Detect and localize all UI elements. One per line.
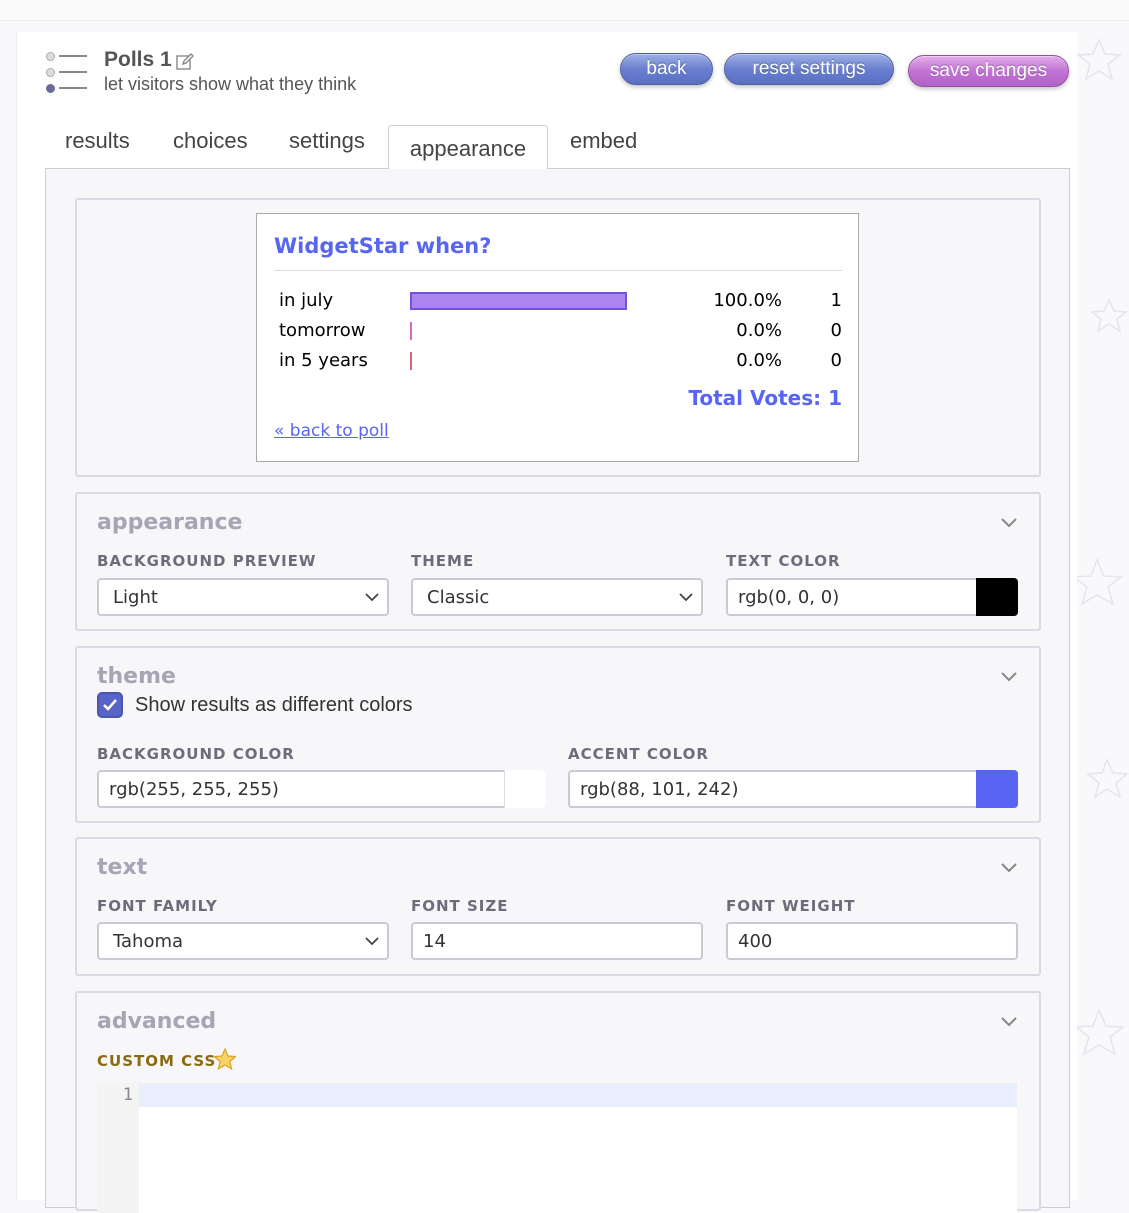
- result-percent: 0.0%: [736, 320, 782, 341]
- field-label: CUSTOM CSS: [97, 1052, 217, 1070]
- poll-results-preview: WidgetStar when? in july 100.0% 1 tomorr…: [256, 213, 859, 462]
- input-value: rgb(88, 101, 242): [580, 778, 739, 800]
- section-title: appearance: [97, 510, 243, 535]
- field-label: FONT FAMILY: [97, 897, 218, 915]
- field-label: FONT SIZE: [411, 897, 509, 915]
- result-count: 0: [830, 350, 842, 371]
- field-label: THEME: [411, 552, 475, 570]
- chevron-down-icon: [679, 593, 693, 602]
- field-label: BACKGROUND COLOR: [97, 745, 295, 763]
- color-swatch[interactable]: [976, 578, 1018, 616]
- different-colors-checkbox[interactable]: [97, 692, 123, 718]
- result-percent: 100.0%: [713, 290, 782, 311]
- poll-list-icon: [46, 52, 88, 94]
- chevron-down-icon[interactable]: [1001, 863, 1017, 873]
- font-family-select[interactable]: Tahoma: [97, 922, 389, 960]
- field-label: TEXT COLOR: [726, 552, 841, 570]
- line-number: 1: [97, 1083, 139, 1213]
- input-value: rgb(0, 0, 0): [738, 586, 840, 608]
- result-label: in 5 years: [279, 350, 368, 371]
- poll-question: WidgetStar when?: [274, 234, 492, 258]
- select-value: Light: [113, 586, 158, 608]
- result-label: tomorrow: [279, 320, 366, 341]
- field-label: FONT WEIGHT: [726, 897, 856, 915]
- advanced-section: advanced CUSTOM CSS 1: [75, 991, 1041, 1213]
- font-weight-input[interactable]: 400: [726, 922, 1018, 960]
- result-bar: [410, 322, 412, 340]
- tab-settings[interactable]: settings: [289, 128, 365, 154]
- theme-section: theme Show results as different colors B…: [75, 646, 1041, 823]
- page-title: Polls 1: [104, 48, 172, 71]
- section-title: text: [97, 855, 148, 880]
- background-preview-select[interactable]: Light: [97, 578, 389, 616]
- color-swatch[interactable]: [504, 770, 546, 808]
- field-label: BACKGROUND PREVIEW: [97, 552, 317, 570]
- checkbox-label: Show results as different colors: [135, 694, 413, 716]
- total-votes: Total Votes: 1: [688, 386, 842, 410]
- checkmark-icon: [103, 699, 117, 711]
- page-subtitle: let visitors show what they think: [104, 74, 357, 94]
- edit-icon[interactable]: [176, 53, 194, 71]
- save-changes-button[interactable]: save changes: [908, 55, 1069, 87]
- result-count: 1: [830, 290, 842, 311]
- chevron-down-icon: [365, 593, 379, 602]
- reset-settings-button[interactable]: reset settings: [724, 53, 894, 85]
- chevron-down-icon: [365, 937, 379, 946]
- input-value: 400: [738, 930, 773, 952]
- color-swatch[interactable]: [976, 770, 1018, 808]
- text-color-input[interactable]: rgb(0, 0, 0): [726, 578, 1018, 616]
- font-size-input[interactable]: 14: [411, 922, 703, 960]
- tab-embed[interactable]: embed: [570, 128, 637, 154]
- section-title: advanced: [97, 1009, 217, 1034]
- result-count: 0: [830, 320, 842, 341]
- tab-results[interactable]: results: [65, 128, 130, 154]
- divider: [274, 270, 842, 271]
- result-bar: [410, 352, 412, 370]
- result-percent: 0.0%: [736, 350, 782, 371]
- select-value: Tahoma: [113, 930, 184, 952]
- top-bar: [0, 0, 1129, 21]
- tab-choices[interactable]: choices: [173, 128, 248, 154]
- theme-select[interactable]: Classic: [411, 578, 703, 616]
- chevron-down-icon[interactable]: [1001, 672, 1017, 682]
- chevron-down-icon[interactable]: [1001, 1017, 1017, 1027]
- active-line[interactable]: [139, 1083, 1017, 1107]
- background-color-input[interactable]: rgb(255, 255, 255): [97, 770, 546, 808]
- select-value: Classic: [427, 586, 490, 608]
- chevron-down-icon[interactable]: [1001, 518, 1017, 528]
- back-button[interactable]: back: [620, 53, 713, 85]
- star-icon: [214, 1048, 236, 1070]
- section-title: theme: [97, 664, 176, 689]
- result-label: in july: [279, 290, 334, 311]
- result-bar: [410, 292, 627, 310]
- field-label: ACCENT COLOR: [568, 745, 709, 763]
- text-section: text FONT FAMILY FONT SIZE FONT WEIGHT T…: [75, 837, 1041, 976]
- input-value: rgb(255, 255, 255): [109, 778, 279, 800]
- back-to-poll-link[interactable]: « back to poll: [274, 421, 389, 441]
- custom-css-editor[interactable]: 1: [97, 1083, 1017, 1213]
- input-value: 14: [423, 930, 446, 952]
- appearance-section: appearance BACKGROUND PREVIEW THEME TEXT…: [75, 492, 1041, 631]
- accent-color-input[interactable]: rgb(88, 101, 242): [568, 770, 1018, 808]
- star-background-decoration: [1071, 38, 1129, 1056]
- tab-appearance[interactable]: appearance: [388, 125, 548, 169]
